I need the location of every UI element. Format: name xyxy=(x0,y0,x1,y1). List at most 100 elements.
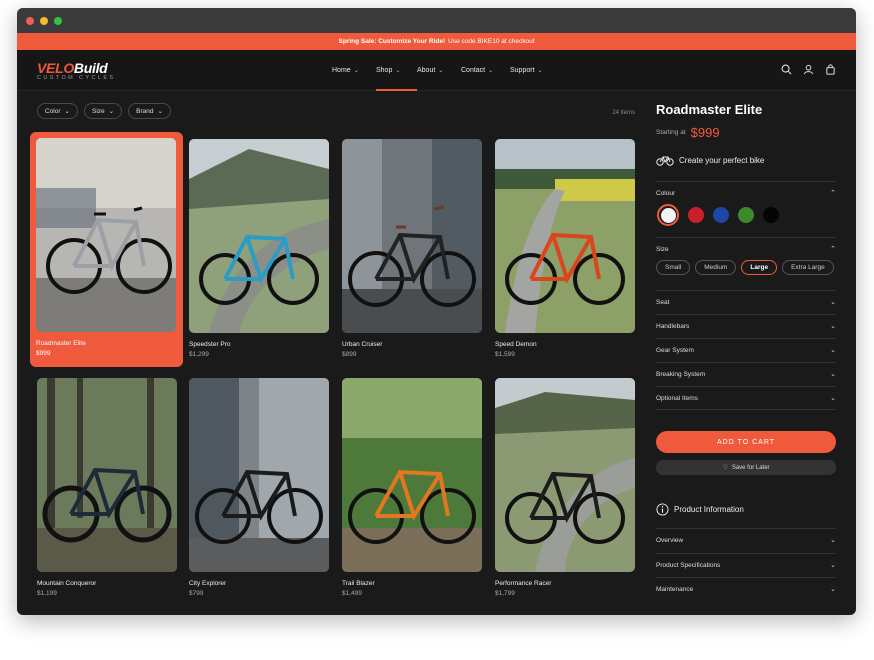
bike-photo xyxy=(189,139,329,333)
product-price: $1,199 xyxy=(37,590,57,597)
info-maintenance-label: Maintenance xyxy=(656,585,694,593)
product-card-speed-demon[interactable]: Speed Demon $1,599 xyxy=(495,139,635,358)
nav-contact-label: Contact xyxy=(461,67,486,74)
save-for-later-label: Save for Later xyxy=(731,464,770,471)
colour-swatch-red[interactable] xyxy=(688,207,704,223)
promo-code-text: Use code BIKE10 at checkout xyxy=(448,38,535,45)
chevron-down-icon: ⌄ xyxy=(830,562,836,569)
option-handlebars[interactable]: Handlebars ⌄ xyxy=(656,314,836,337)
product-price: $1,799 xyxy=(495,590,515,597)
product-price: $1,499 xyxy=(342,590,362,597)
product-card-urban-cruiser[interactable]: Urban Cruiser $899 xyxy=(342,139,482,358)
chevron-down-icon: ⌄ xyxy=(537,68,543,74)
size-options: Small Medium Large Extra Large xyxy=(656,260,836,275)
filter-brand[interactable]: Brand ⌄ xyxy=(128,103,171,119)
create-bike-label: Create your perfect bike xyxy=(679,156,765,165)
filter-bar: Color ⌄ Size ⌄ Brand ⌄ xyxy=(37,103,171,119)
info-maintenance[interactable]: Maintenance ⌄ xyxy=(656,577,836,600)
filter-size[interactable]: Size ⌄ xyxy=(84,103,123,119)
product-image xyxy=(36,138,176,332)
colour-swatch-black[interactable] xyxy=(763,207,779,223)
colour-swatch-green[interactable] xyxy=(738,207,754,223)
product-image xyxy=(495,139,635,333)
product-card-mountain-conqueror[interactable]: Mountain Conqueror $1,199 xyxy=(37,378,177,597)
nav-about-label: About xyxy=(417,67,436,74)
option-optional-items-label: Optional Items xyxy=(656,394,698,402)
colour-section: Colour ⌃ xyxy=(656,181,836,237)
nav-support[interactable]: Support ⌄ xyxy=(510,50,555,91)
size-medium[interactable]: Medium xyxy=(695,260,737,275)
search-icon[interactable] xyxy=(781,64,792,75)
chevron-down-icon: ⌄ xyxy=(830,347,836,354)
bike-photo xyxy=(342,378,482,572)
option-gear-system[interactable]: Gear System ⌄ xyxy=(656,338,836,361)
product-card-performance-racer[interactable]: Performance Racer $1,799 xyxy=(495,378,635,597)
option-breaking-system[interactable]: Breaking System ⌄ xyxy=(656,362,836,385)
heart-icon: ♡ xyxy=(722,465,728,471)
nav-about[interactable]: About ⌄ xyxy=(417,50,461,91)
chevron-up-icon: ⌃ xyxy=(830,190,836,197)
product-price: $999 xyxy=(36,350,51,357)
nav-contact[interactable]: Contact ⌄ xyxy=(461,50,510,91)
filter-size-label: Size xyxy=(92,107,105,115)
cart-icon[interactable] xyxy=(825,64,836,75)
chevron-down-icon: ⌄ xyxy=(830,586,836,593)
colour-swatch-blue[interactable] xyxy=(713,207,729,223)
user-icon[interactable] xyxy=(803,64,814,75)
bike-photo xyxy=(495,139,635,333)
size-large[interactable]: Large xyxy=(741,260,778,275)
save-for-later-button[interactable]: ♡ Save for Later xyxy=(656,460,836,475)
product-price: $1,299 xyxy=(189,351,209,358)
product-title: Roadmaster Elite xyxy=(656,102,763,117)
product-price: $799 xyxy=(189,590,204,597)
option-seat-label: Seat xyxy=(656,298,670,306)
product-card-speedster-pro[interactable]: Speedster Pro $1,299 xyxy=(189,139,329,358)
logo-tagline: CUSTOM CYCLES xyxy=(37,75,116,81)
product-information-label: Product Information xyxy=(674,505,744,514)
bike-photo xyxy=(342,139,482,333)
colour-swatches xyxy=(657,204,836,226)
size-small[interactable]: Small xyxy=(656,260,691,275)
browser-window: Spring Sale: Customize Your Ride! Use co… xyxy=(17,8,856,615)
product-name: Speedster Pro xyxy=(189,341,231,348)
filter-color[interactable]: Color ⌄ xyxy=(37,103,78,119)
chevron-down-icon: ⌄ xyxy=(353,68,359,74)
colour-section-header[interactable]: Colour ⌃ xyxy=(656,182,836,204)
maximize-window-button[interactable] xyxy=(54,16,62,25)
option-breaking-system-label: Breaking System xyxy=(656,370,706,378)
colour-swatch-white[interactable] xyxy=(657,204,679,226)
size-extra-large[interactable]: Extra Large xyxy=(782,260,834,275)
filter-color-label: Color xyxy=(45,107,61,115)
info-overview[interactable]: Overview ⌄ xyxy=(656,528,836,551)
add-to-cart-button[interactable]: ADD TO CART xyxy=(656,431,836,453)
close-window-button[interactable] xyxy=(26,16,34,25)
option-seat[interactable]: Seat ⌄ xyxy=(656,290,836,313)
site-header: VELOBuild CUSTOM CYCLES Home ⌄ Shop ⌄ Abou… xyxy=(17,50,856,91)
minimize-window-button[interactable] xyxy=(40,16,48,25)
chevron-down-icon: ⌄ xyxy=(830,299,836,306)
logo-velo: VELO xyxy=(37,60,74,76)
chevron-down-icon: ⌄ xyxy=(438,68,444,74)
info-product-specifications[interactable]: Product Specifications ⌄ xyxy=(656,553,836,576)
chevron-down-icon: ⌄ xyxy=(830,395,836,402)
option-optional-items[interactable]: Optional Items ⌄ xyxy=(656,386,836,410)
colour-label: Colour xyxy=(656,189,676,197)
product-image xyxy=(37,378,177,572)
chevron-down-icon: ⌄ xyxy=(157,108,163,115)
product-card-roadmaster-elite[interactable]: Roadmaster Elite $999 xyxy=(30,132,183,367)
nav-home[interactable]: Home ⌄ xyxy=(332,50,376,91)
nav-shop[interactable]: Shop ⌄ xyxy=(376,50,417,91)
nav-home-label: Home xyxy=(332,67,351,74)
bike-icon xyxy=(656,156,674,166)
site-logo[interactable]: VELOBuild CUSTOM CYCLES xyxy=(37,60,115,81)
product-name: Performance Racer xyxy=(495,580,552,587)
nav-shop-label: Shop xyxy=(376,67,393,74)
product-card-city-explorer[interactable]: City Explorer $799 xyxy=(189,378,329,597)
size-label: Size xyxy=(656,245,669,253)
chevron-down-icon: ⌄ xyxy=(488,68,494,74)
size-section-header[interactable]: Size ⌃ xyxy=(656,238,836,260)
product-card-trail-blazer[interactable]: Trail Blazer $1,499 xyxy=(342,378,482,597)
product-name: City Explorer xyxy=(189,580,227,587)
product-information-heading: Product Information xyxy=(656,503,744,516)
chevron-down-icon: ⌄ xyxy=(64,108,70,115)
